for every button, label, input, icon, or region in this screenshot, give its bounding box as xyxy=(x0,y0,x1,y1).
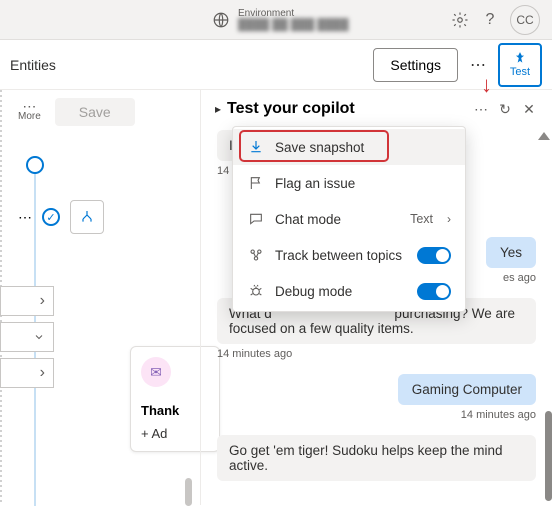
environment-name: ████ ██ ███ ████ xyxy=(238,19,348,31)
panel-overflow[interactable]: ⋯ xyxy=(472,100,490,118)
command-bar: Entities Settings ⋯ Test xyxy=(0,40,552,90)
scroll-up-icon[interactable] xyxy=(538,132,550,140)
scrollbar[interactable] xyxy=(545,411,552,501)
toggle-debug-mode[interactable] xyxy=(417,283,451,300)
flag-icon xyxy=(247,174,265,192)
test-button[interactable]: Test xyxy=(498,43,542,87)
option-row[interactable] xyxy=(0,322,54,352)
environment-icon xyxy=(212,11,230,29)
test-button-label: Test xyxy=(510,66,530,78)
overflow-menu: Save snapshot Flag an issue Chat mode Te… xyxy=(232,126,466,312)
user-message: Yes xyxy=(486,237,536,268)
menu-track-topics[interactable]: Track between topics xyxy=(233,237,465,273)
track-icon xyxy=(247,246,265,264)
gear-icon[interactable] xyxy=(450,10,470,30)
option-row[interactable]: › xyxy=(0,358,54,388)
chat-icon xyxy=(247,210,265,228)
option-row[interactable]: › xyxy=(0,286,54,316)
menu-label: Chat mode xyxy=(275,212,400,227)
top-bar: Environment ████ ██ ███ ████ ? CC xyxy=(0,0,552,40)
more-label: More xyxy=(18,111,41,122)
more-button[interactable]: ⋯ More xyxy=(18,102,41,121)
menu-label: Track between topics xyxy=(275,248,407,263)
panel-title: Test your copilot xyxy=(227,100,466,118)
environment-block[interactable]: Environment ████ ██ ███ ████ xyxy=(238,8,348,31)
avatar[interactable]: CC xyxy=(510,5,540,35)
menu-label: Flag an issue xyxy=(275,176,451,191)
close-icon[interactable]: ✕ xyxy=(520,100,538,118)
menu-save-snapshot[interactable]: Save snapshot xyxy=(233,129,465,165)
pin-icon xyxy=(513,51,527,65)
check-icon: ✓ xyxy=(42,208,60,226)
timestamp: 14 minutes ago xyxy=(217,348,536,360)
collapse-chevron-icon[interactable]: ▸ xyxy=(215,102,221,116)
menu-debug-mode[interactable]: Debug mode xyxy=(233,273,465,309)
save-button: Save xyxy=(55,98,135,126)
help-icon[interactable]: ? xyxy=(480,10,500,30)
overflow-button[interactable]: ⋯ xyxy=(466,55,490,75)
user-message: Gaming Computer xyxy=(398,374,536,405)
branch-button[interactable] xyxy=(70,200,104,234)
timestamp: 14 minutes ago xyxy=(217,409,536,421)
entities-label[interactable]: Entities xyxy=(10,57,56,73)
refresh-icon[interactable]: ↻ xyxy=(496,100,514,118)
add-button[interactable]: + Ad xyxy=(141,426,209,441)
menu-label: Debug mode xyxy=(275,284,407,299)
toggle-track-topics[interactable] xyxy=(417,247,451,264)
bug-icon xyxy=(247,282,265,300)
flow-node[interactable] xyxy=(26,156,44,174)
chevron-right-icon: › xyxy=(447,212,451,226)
authoring-canvas: ⋯ More Save ⋯ ✓ › › ✉ Thank xyxy=(0,90,200,505)
menu-chat-mode[interactable]: Chat mode Text › xyxy=(233,201,465,237)
download-icon xyxy=(247,138,265,156)
settings-button[interactable]: Settings xyxy=(373,48,458,82)
card-title: Thank xyxy=(141,403,209,418)
bot-message: Go get 'em tiger! Sudoku helps keep the … xyxy=(217,435,536,481)
message-icon: ✉ xyxy=(141,357,171,387)
environment-label: Environment xyxy=(238,8,348,19)
scrollbar[interactable] xyxy=(185,478,192,506)
node-overflow[interactable]: ⋯ xyxy=(18,209,32,226)
menu-flag-issue[interactable]: Flag an issue xyxy=(233,165,465,201)
avatar-initials: CC xyxy=(516,13,533,27)
menu-label: Save snapshot xyxy=(275,140,451,155)
menu-value: Text xyxy=(410,212,433,226)
